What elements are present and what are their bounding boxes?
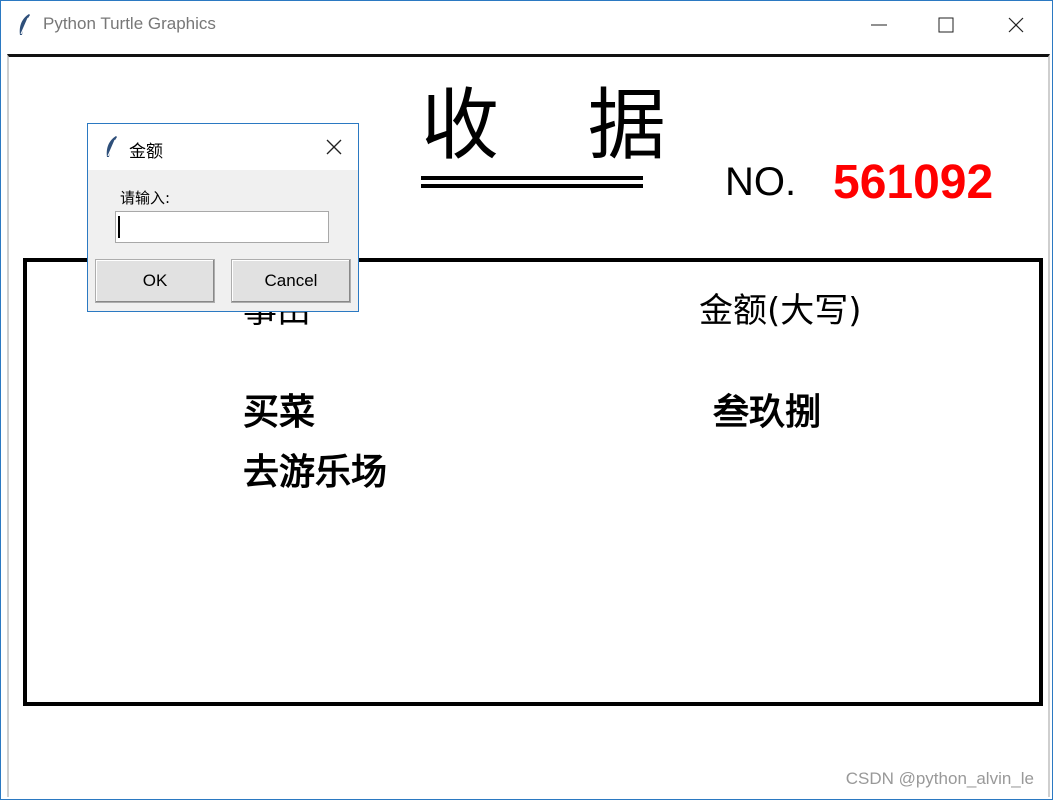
text-caret (118, 216, 120, 238)
receipt-title: 收 据 (421, 81, 698, 171)
turtle-window: Python Turtle Graphics 收 据 NO. 561092 期 … (0, 0, 1053, 800)
close-icon[interactable] (997, 11, 1037, 39)
column-header-amount: 金额(大写) (699, 291, 862, 331)
title-underline-bottom (421, 184, 643, 188)
title-underline-top (421, 176, 643, 180)
feather-icon (104, 135, 120, 163)
ok-button[interactable]: OK (95, 259, 215, 303)
maximize-icon[interactable] (925, 11, 965, 39)
receipt-no-label: NO. (725, 160, 797, 204)
minimize-icon[interactable] (859, 11, 899, 39)
table-row-reason: 买菜 (243, 392, 316, 433)
close-icon[interactable] (322, 135, 346, 159)
receipt-no-value: 561092 (833, 156, 994, 209)
cancel-button[interactable]: Cancel (231, 259, 351, 303)
feather-icon (17, 13, 33, 41)
amount-input[interactable] (115, 211, 329, 243)
amount-input-dialog: 金额 请输入: OK Cancel (87, 123, 359, 312)
receipt-table-border (23, 258, 1043, 706)
dialog-prompt: 请输入: (120, 189, 171, 207)
table-row-reason: 去游乐场 (243, 452, 388, 493)
window-title: Python Turtle Graphics (43, 14, 216, 33)
dialog-title: 金额 (129, 142, 163, 162)
watermark: CSDN @python_alvin_le (845, 769, 1034, 788)
table-row-amount: 叁玖捌 (713, 392, 822, 433)
window-titlebar[interactable]: Python Turtle Graphics (1, 1, 1052, 49)
dialog-titlebar[interactable]: 金额 (88, 124, 358, 170)
